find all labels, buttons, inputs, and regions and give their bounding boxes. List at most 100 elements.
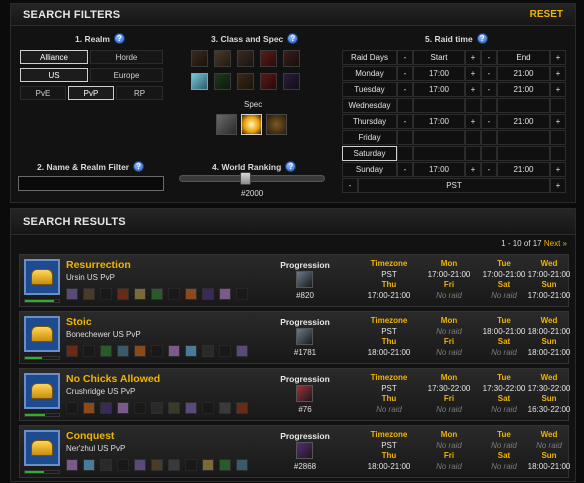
raid-day-monday-start-minus[interactable]: - <box>397 66 413 81</box>
day-label-fri: Fri <box>443 394 455 403</box>
death-knight-icon[interactable] <box>283 50 300 67</box>
timezone-plus-button[interactable]: + <box>550 178 566 193</box>
hunter-icon[interactable] <box>237 50 254 67</box>
raid-day-thursday-start-minus[interactable]: - <box>397 114 413 129</box>
region-europe-toggle[interactable]: Europe <box>90 68 163 82</box>
help-icon[interactable]: ? <box>287 33 299 44</box>
name-realm-input[interactable] <box>18 176 164 191</box>
priest-icon[interactable] <box>191 73 208 90</box>
raid-day-tuesday-start-minus[interactable]: - <box>397 82 413 97</box>
class-composition-icon <box>185 345 197 357</box>
faction-alliance-toggle[interactable]: Alliance <box>20 50 88 64</box>
raid-day-sunday-start-minus[interactable]: - <box>397 162 413 177</box>
druid-icon[interactable] <box>283 73 300 90</box>
class-composition-icon <box>134 402 146 414</box>
start-plus-button[interactable]: + <box>465 50 481 65</box>
raid-day-sunday-start-plus[interactable]: + <box>465 162 481 177</box>
raid-day-sunday[interactable]: Sunday <box>342 162 397 177</box>
raid-day-tuesday-end-minus[interactable]: - <box>481 82 497 97</box>
class-composition-icon <box>83 402 95 414</box>
class-composition-icon <box>202 345 214 357</box>
warlock-icon[interactable] <box>260 73 277 90</box>
raid-day-thursday-end-minus[interactable]: - <box>481 114 497 129</box>
timezone-minus-button[interactable]: - <box>342 178 358 193</box>
guild-emblem[interactable] <box>24 259 60 295</box>
paladin-icon[interactable] <box>214 50 231 67</box>
search-filters-title: SEARCH FILTERS <box>23 8 121 21</box>
raid-day-tuesday-end-plus[interactable]: + <box>550 82 566 97</box>
realm-type-pvp-toggle[interactable]: PvP <box>68 86 114 100</box>
raid-day-tuesday[interactable]: Tuesday <box>342 82 397 97</box>
guild-name-link[interactable]: Conquest <box>66 430 114 442</box>
shadow-spec-icon[interactable] <box>266 114 287 135</box>
raid-day-sunday-end-minus[interactable]: - <box>481 162 497 177</box>
day-value-thu: 18:00-21:00 <box>367 462 411 471</box>
class-composition-icon <box>117 402 129 414</box>
realm-type-pve-toggle[interactable]: PvE <box>20 86 66 100</box>
guild-row[interactable]: Resurrection Ursin US PvP Progression #820 T… <box>19 254 570 307</box>
help-icon[interactable]: ? <box>476 33 488 44</box>
world-ranking-slider-thumb[interactable] <box>240 172 251 185</box>
raid-day-monday-end-minus[interactable]: - <box>481 66 497 81</box>
timezone-value: PST <box>381 441 397 450</box>
class-spec-section-title: 3. Class and Spec ? <box>211 33 299 44</box>
realm-section-title: 1. Realm ? <box>75 33 125 44</box>
spec-label: Spec <box>244 100 263 109</box>
guild-progress-bar <box>24 356 60 360</box>
timezone-label: Timezone <box>370 373 408 382</box>
raid-day-monday-end-plus[interactable]: + <box>550 66 566 81</box>
pager-next-link[interactable]: Next » <box>544 239 567 248</box>
timezone-label: Timezone <box>370 430 408 439</box>
day-value-thu: No raid <box>376 405 402 414</box>
start-minus-button[interactable]: - <box>397 50 413 65</box>
raid-day-wednesday[interactable]: Wednesday <box>342 98 397 113</box>
reset-button[interactable]: RESET <box>530 9 563 20</box>
shaman-icon[interactable] <box>214 73 231 90</box>
day-label-mon: Mon <box>440 259 458 268</box>
guild-row[interactable]: No Chicks Allowed Crushridge US PvP Progre… <box>19 368 570 421</box>
raid-day-friday[interactable]: Friday <box>342 130 397 145</box>
raid-day-thursday-end-plus[interactable]: + <box>550 114 566 129</box>
help-icon[interactable]: ? <box>285 161 297 172</box>
world-ranking-slider[interactable] <box>179 175 325 182</box>
holy-spec-icon[interactable] <box>241 114 262 135</box>
guild-progress-bar-fill <box>25 414 46 416</box>
raid-day-sunday-start: 17:00 <box>413 162 465 177</box>
rogue-icon[interactable] <box>260 50 277 67</box>
region-us-toggle[interactable]: US <box>20 68 88 82</box>
realm-type-rp-toggle[interactable]: RP <box>116 86 163 100</box>
raid-day-sunday-end: 21:00 <box>497 162 550 177</box>
help-icon[interactable]: ? <box>113 33 125 44</box>
guild-emblem-icon <box>31 326 53 342</box>
mage-icon[interactable] <box>237 73 254 90</box>
warrior-icon[interactable] <box>191 50 208 67</box>
guild-name-link[interactable]: No Chicks Allowed <box>66 373 160 385</box>
raid-day-thursday-start-plus[interactable]: + <box>465 114 481 129</box>
guild-emblem[interactable] <box>24 373 60 409</box>
guild-row[interactable]: Stoic Bonechewer US PvP Progression #1781 Ti… <box>19 311 570 364</box>
guild-row[interactable]: Conquest Ner'zhul US PvP Progression #2868 T… <box>19 425 570 478</box>
world-ranking-value: #2000 <box>241 189 264 198</box>
realm-title: 1. Realm <box>75 33 110 44</box>
guild-emblem[interactable] <box>24 430 60 466</box>
guild-name-link[interactable]: Stoic <box>66 316 92 328</box>
raid-day-monday-start: 17:00 <box>413 66 465 81</box>
timezone-label: Timezone <box>370 316 408 325</box>
faction-horde-toggle[interactable]: Horde <box>90 50 163 64</box>
guild-name-link[interactable]: Resurrection <box>66 259 131 271</box>
raid-day-thursday[interactable]: Thursday <box>342 114 397 129</box>
end-plus-button[interactable]: + <box>550 50 566 65</box>
guild-progress-bar <box>24 413 60 417</box>
day-value-wed: 17:00-21:00 <box>527 270 571 279</box>
end-minus-button[interactable]: - <box>481 50 497 65</box>
discipline-spec-icon[interactable] <box>216 114 237 135</box>
raid-day-saturday[interactable]: Saturday <box>342 146 397 161</box>
raid-day-tuesday-start-plus[interactable]: + <box>465 82 481 97</box>
raid-day-sunday-end-plus[interactable]: + <box>550 162 566 177</box>
class-composition-icon <box>185 402 197 414</box>
day-value-wed: 18:00-21:00 <box>527 327 571 336</box>
raid-day-monday-start-plus[interactable]: + <box>465 66 481 81</box>
help-icon[interactable]: ? <box>133 161 145 172</box>
raid-day-monday[interactable]: Monday <box>342 66 397 81</box>
guild-emblem[interactable] <box>24 316 60 352</box>
